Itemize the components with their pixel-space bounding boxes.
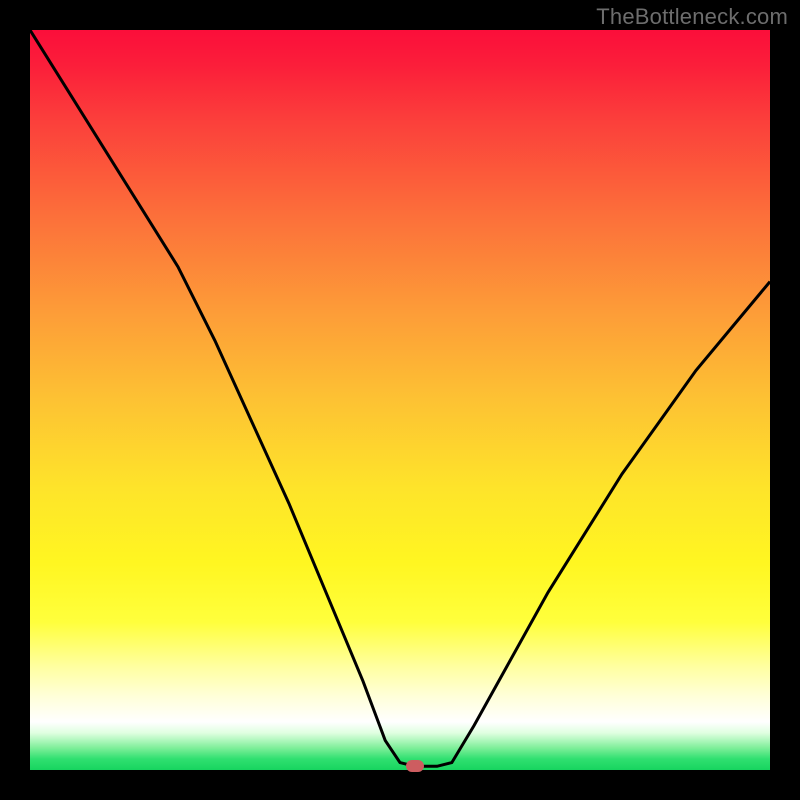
watermark-text: TheBottleneck.com: [596, 4, 788, 30]
bottleneck-curve: [30, 30, 770, 770]
chart-frame: TheBottleneck.com: [0, 0, 800, 800]
plot-area: [30, 30, 770, 770]
minimum-marker: [406, 760, 424, 772]
